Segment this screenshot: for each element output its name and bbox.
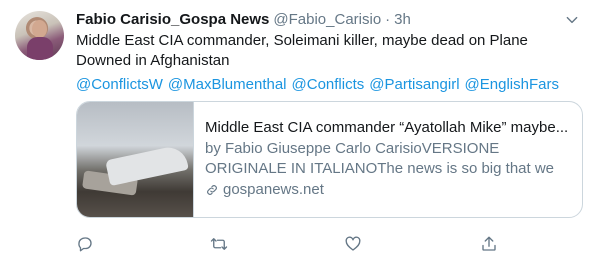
reply-button[interactable] — [76, 235, 94, 253]
mentions-line: @ConflictsW @MaxBlumenthal @Conflicts @Part… — [76, 75, 582, 95]
card-description: by Fabio Giuseppe Carlo CarisioVERSIONE … — [205, 140, 555, 177]
reply-icon — [78, 237, 92, 252]
tweet[interactable]: Fabio Carisio_Gospa News @Fabio_Carisio … — [0, 0, 597, 265]
tweet-actions — [76, 235, 496, 255]
heart-icon — [345, 236, 361, 251]
card-title: Middle East CIA commander “Ayatollah Mik… — [205, 119, 569, 136]
tweet-text: Middle East CIA commander, Soleimani kil… — [76, 32, 528, 69]
avatar[interactable] — [15, 11, 64, 60]
separator-dot: · — [385, 11, 391, 28]
mention-link[interactable]: @MaxBlumenthal — [168, 76, 287, 93]
share-icon — [482, 236, 496, 251]
retweet-icon — [210, 238, 228, 250]
chevron-down-icon[interactable] — [565, 13, 579, 27]
mention-link[interactable]: @EnglishFars — [465, 76, 559, 93]
like-button[interactable] — [344, 235, 362, 253]
user-handle[interactable]: @Fabio_Carisio — [273, 10, 381, 30]
tweet-header: Fabio Carisio_Gospa News @Fabio_Carisio … — [76, 10, 582, 30]
card-body: Middle East CIA commander “Ayatollah Mik… — [194, 102, 582, 217]
mention-link[interactable]: @ConflictsW — [76, 76, 163, 93]
mention-link[interactable]: @Conflicts — [292, 76, 365, 93]
card-domain: gospanews.net — [205, 180, 582, 200]
link-icon — [207, 185, 217, 195]
mention-link[interactable]: @Partisangirl — [369, 76, 459, 93]
share-button[interactable] — [480, 235, 498, 253]
avatar-shirt — [27, 37, 53, 60]
plane-wreckage-shape — [105, 143, 189, 187]
card-image — [77, 102, 194, 217]
card-domain-text: gospanews.net — [223, 181, 324, 198]
tweet-content: Fabio Carisio_Gospa News @Fabio_Carisio … — [76, 10, 582, 95]
retweet-button[interactable] — [210, 235, 228, 253]
avatar-face — [32, 20, 47, 38]
display-name[interactable]: Fabio Carisio_Gospa News — [76, 10, 269, 30]
link-card[interactable]: Middle East CIA commander “Ayatollah Mik… — [76, 101, 583, 218]
timestamp[interactable]: 3h — [394, 10, 411, 30]
